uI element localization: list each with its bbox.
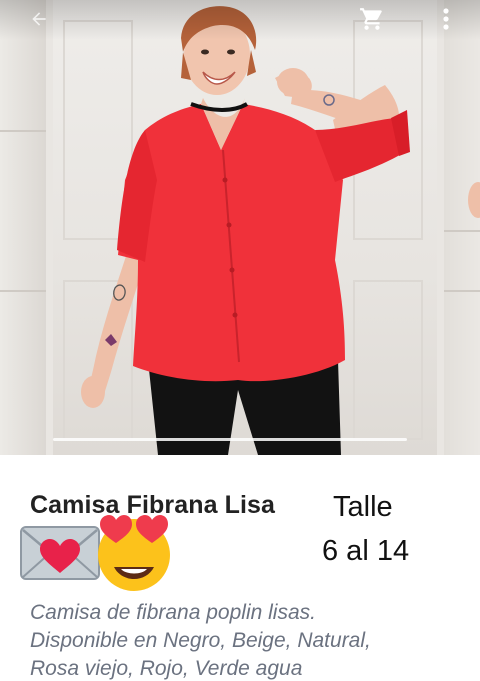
description-line: Rosa viejo, Rojo, Verde agua <box>30 657 303 680</box>
emoji-row <box>18 515 178 595</box>
shopping-cart-icon <box>360 8 382 30</box>
previous-product-image[interactable] <box>0 0 46 455</box>
shopping-cart-button[interactable] <box>355 4 389 34</box>
main-product-image[interactable] <box>53 0 437 455</box>
love-letter-emoji <box>20 526 100 580</box>
size-label: Talle <box>333 491 393 523</box>
toolbar-scrim <box>0 0 480 40</box>
next-product-image[interactable] <box>444 0 480 455</box>
model-photo <box>81 6 410 455</box>
overflow-menu-button[interactable] <box>432 4 460 34</box>
description-line: Camisa de fibrana poplin lisas. <box>30 601 316 624</box>
product-image-carousel[interactable] <box>0 0 480 455</box>
carousel-scroll-indicator <box>53 438 407 441</box>
size-range: 6 al 14 <box>322 535 410 567</box>
product-description: Camisa de fibrana poplin lisas. Disponib… <box>30 599 470 681</box>
arrow-back-icon <box>32 12 46 26</box>
heart-eyes-emoji <box>98 515 170 591</box>
back-button[interactable] <box>24 4 54 34</box>
more-vert-icon <box>443 8 449 30</box>
product-info: Camisa Fibrana Lisa Talle 6 al 14 Camisa… <box>0 455 480 681</box>
description-line: Disponible en Negro, Beige, Natural, <box>30 629 371 652</box>
